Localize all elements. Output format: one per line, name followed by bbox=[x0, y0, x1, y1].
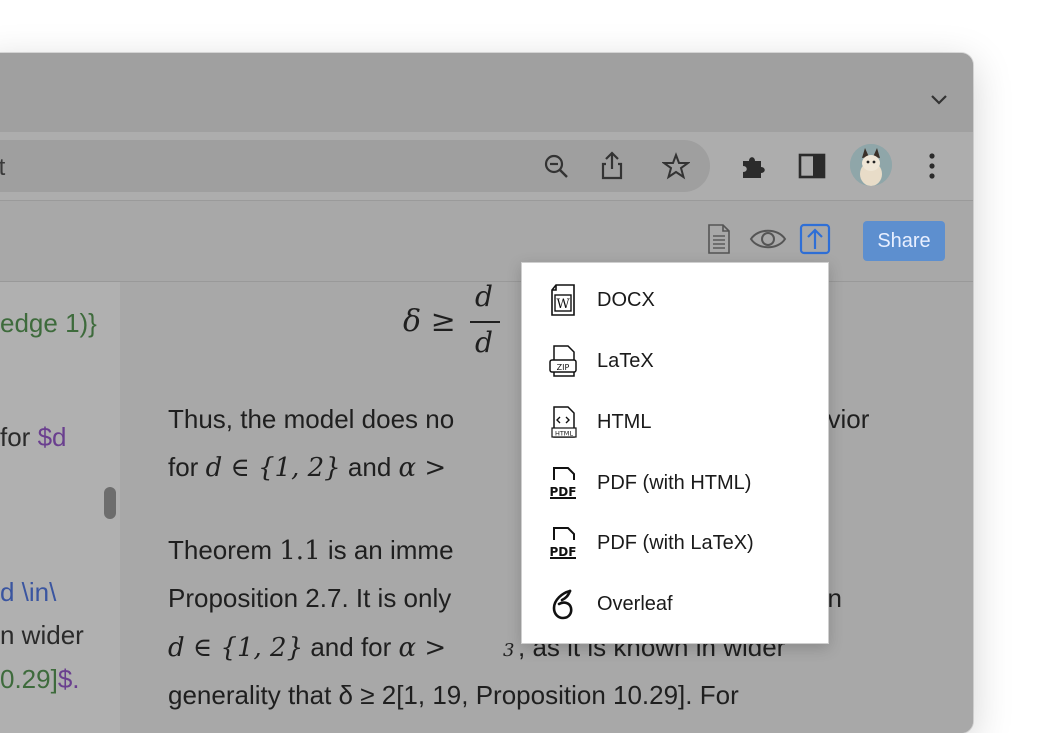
export-menu-label: PDF (with HTML) bbox=[597, 471, 752, 494]
pdf-file-icon: PDF bbox=[548, 526, 578, 560]
export-menu-item-pdf-latex[interactable]: PDF PDF (with LaTeX) bbox=[522, 514, 828, 572]
export-menu-item-overleaf[interactable]: Overleaf bbox=[522, 575, 828, 633]
export-menu-item-latex[interactable]: ZIP LaTeX bbox=[522, 332, 828, 390]
docx-file-icon: W bbox=[548, 283, 578, 317]
export-menu-item-html[interactable]: HTML HTML bbox=[522, 393, 828, 451]
source-editor[interactable]: edge 1)} for $d d \in\ n wider 0.29]$. bbox=[0, 282, 120, 733]
tab-search-chevron-icon[interactable] bbox=[927, 87, 951, 111]
paragraph-text: Theorem 1.1 is an imme bbox=[168, 535, 454, 566]
svg-text:PDF: PDF bbox=[550, 485, 577, 499]
editor-scrollbar-thumb[interactable] bbox=[104, 487, 116, 519]
preview-eye-icon[interactable] bbox=[748, 223, 788, 255]
export-menu-item-pdf-html[interactable]: PDF PDF (with HTML) bbox=[522, 454, 828, 512]
editor-line: for $d bbox=[0, 422, 67, 452]
editor-line: 0.29]$. bbox=[0, 664, 80, 694]
document-icon[interactable] bbox=[703, 223, 735, 255]
export-icon[interactable] bbox=[799, 223, 831, 255]
paragraph-text: Thus, the model does no bbox=[168, 404, 455, 434]
side-panel-icon[interactable] bbox=[796, 150, 828, 182]
profile-avatar[interactable] bbox=[850, 144, 892, 186]
svg-text:W: W bbox=[556, 297, 570, 312]
export-menu-label: PDF (with LaTeX) bbox=[597, 531, 754, 554]
svg-text:ZIP: ZIP bbox=[557, 363, 570, 372]
paragraph-text: d ∈ {1, 2} and for α > bbox=[168, 632, 447, 663]
address-text: dit bbox=[0, 154, 6, 181]
export-menu-label: LaTeX bbox=[597, 349, 654, 372]
editor-line: n wider bbox=[0, 620, 84, 650]
editor-line: edge 1)} bbox=[0, 308, 97, 338]
bookmark-star-icon[interactable] bbox=[660, 150, 692, 182]
editor-line: d \in\ bbox=[0, 577, 57, 607]
overleaf-icon bbox=[548, 587, 578, 621]
svg-text:PDF: PDF bbox=[550, 545, 577, 559]
pdf-file-icon: PDF bbox=[548, 466, 578, 500]
zoom-out-icon[interactable] bbox=[540, 150, 572, 182]
equation-lhs: δ ≥ bbox=[403, 304, 456, 339]
browser-menu-icon[interactable] bbox=[916, 150, 948, 182]
address-bar[interactable]: dit bbox=[0, 140, 710, 192]
tab-strip bbox=[0, 53, 973, 132]
share-button[interactable]: Share bbox=[863, 221, 945, 261]
export-menu-label: HTML bbox=[597, 410, 652, 433]
fraction-denominator: 3 bbox=[503, 640, 515, 661]
svg-text:HTML: HTML bbox=[555, 430, 573, 438]
html-file-icon: HTML bbox=[548, 405, 578, 439]
fraction-bar bbox=[470, 321, 500, 323]
export-menu-label: DOCX bbox=[597, 288, 655, 311]
equation-fraction-denominator: d bbox=[475, 326, 493, 359]
browser-toolbar: dit bbox=[0, 132, 973, 201]
equation-fraction-numerator: d bbox=[475, 280, 493, 313]
extensions-puzzle-icon[interactable] bbox=[737, 150, 769, 182]
zip-file-icon: ZIP bbox=[548, 344, 578, 378]
export-menu-label: Overleaf bbox=[597, 592, 673, 615]
export-menu: W DOCX ZIP LaTeX HTML HTML PDF PDF (with… bbox=[521, 262, 829, 644]
share-page-icon[interactable] bbox=[596, 150, 628, 182]
paragraph-text: generality that δ ≥ 2[1, 19, Proposition… bbox=[168, 680, 739, 710]
paragraph-text: for d ∈ {1, 2} and α > bbox=[168, 452, 447, 483]
paragraph-text: Proposition 2.7. It is only bbox=[168, 583, 452, 613]
export-menu-item-docx[interactable]: W DOCX bbox=[522, 271, 828, 329]
